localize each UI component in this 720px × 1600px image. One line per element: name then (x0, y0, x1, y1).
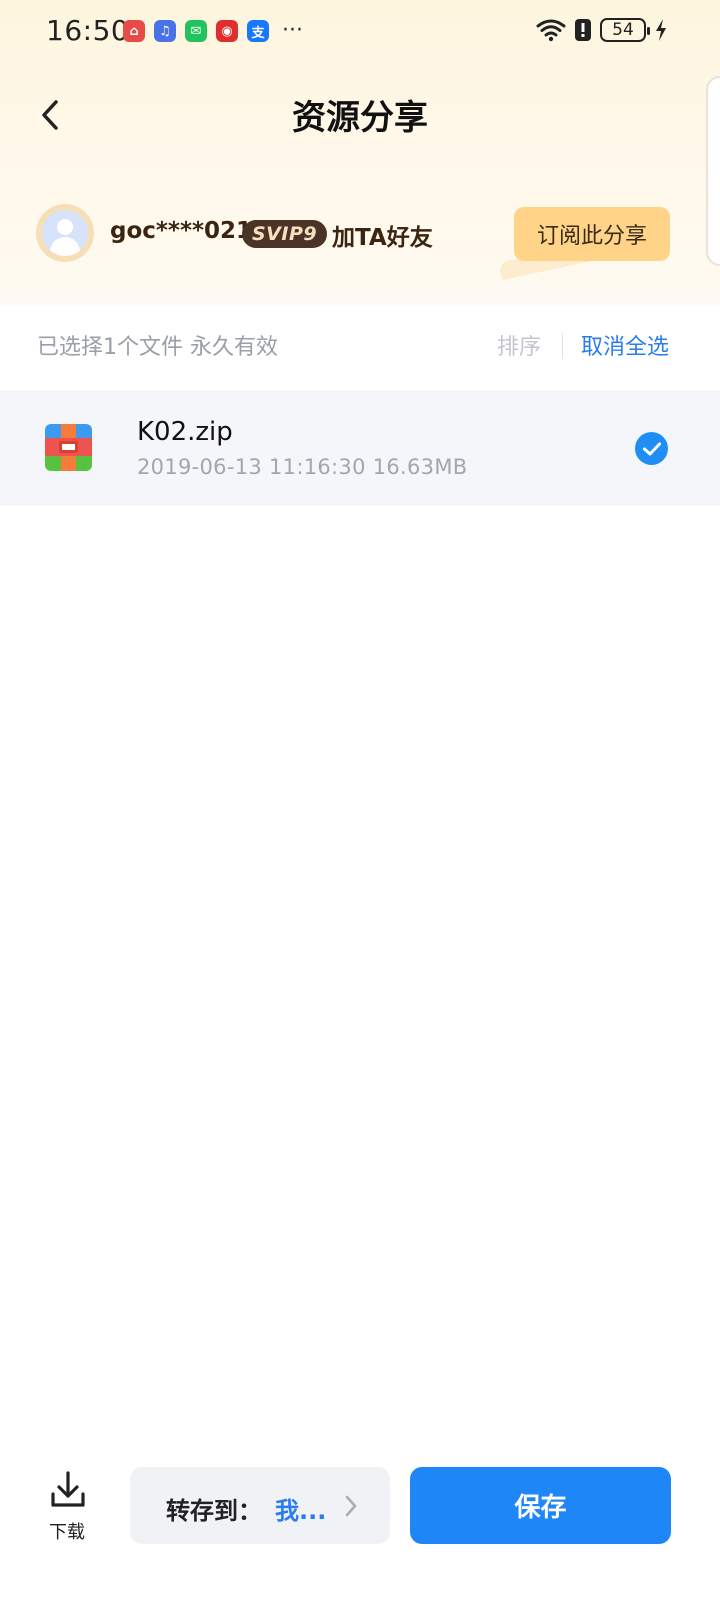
battery-icon: 54 (600, 18, 650, 42)
more-notifications-icon: ··· (282, 18, 303, 43)
app-red2-icon: ◉ (216, 20, 238, 42)
sort-button[interactable]: 排序 (497, 329, 541, 361)
alipay-icon: 支 (247, 20, 269, 42)
deselect-all-button[interactable]: 取消全选 (581, 329, 669, 361)
app-red-icon: ⌂ (123, 20, 145, 42)
add-friend-link[interactable]: 加TA好友 (332, 218, 433, 252)
avatar[interactable] (36, 204, 94, 262)
vip-badge: SVIP9 (242, 220, 328, 248)
wechat-icon: ✉ (185, 20, 207, 42)
page-title: 资源分享 (292, 98, 428, 138)
charging-icon (656, 19, 666, 41)
divider (562, 333, 563, 359)
chevron-right-icon (345, 1495, 357, 1517)
subscribe-button[interactable]: 订阅此分享 (514, 207, 670, 261)
page: 16:50 ⌂ ♫ ✉ ◉ 支 ··· 54 资源分享 goc****021 S… (0, 0, 720, 1600)
checkmark-icon (642, 442, 661, 455)
file-list-item[interactable] (0, 390, 720, 506)
notification-icons: ⌂ ♫ ✉ ◉ 支 ··· (123, 20, 303, 42)
sharer-name[interactable]: goc****021 (110, 218, 252, 244)
file-name: K02.zip (137, 417, 233, 447)
zip-file-icon (45, 424, 92, 471)
file-meta: 2019-06-13 11:16:30 16.63MB (137, 455, 468, 479)
status-time: 16:50 (46, 14, 130, 47)
alert-icon (575, 19, 591, 41)
selection-info-row: 已选择1个文件 永久有效 排序 取消全选 (0, 305, 720, 389)
download-icon (51, 1471, 85, 1507)
status-right: 54 (536, 18, 668, 42)
selection-summary: 已选择1个文件 永久有效 (37, 335, 278, 360)
wifi-icon (536, 19, 566, 42)
transfer-target: 我... (275, 1497, 327, 1525)
transfer-destination-button[interactable]: 转存到： 我... (130, 1467, 390, 1544)
default-avatar-icon (42, 210, 88, 256)
download-label: 下载 (49, 1522, 85, 1543)
transfer-label: 转存到： (166, 1497, 262, 1525)
save-button[interactable]: 保存 (410, 1467, 671, 1544)
status-bar: 16:50 ⌂ ♫ ✉ ◉ 支 ··· 54 (0, 0, 720, 64)
music-icon: ♫ (154, 20, 176, 42)
selected-checkbox[interactable] (635, 432, 668, 465)
